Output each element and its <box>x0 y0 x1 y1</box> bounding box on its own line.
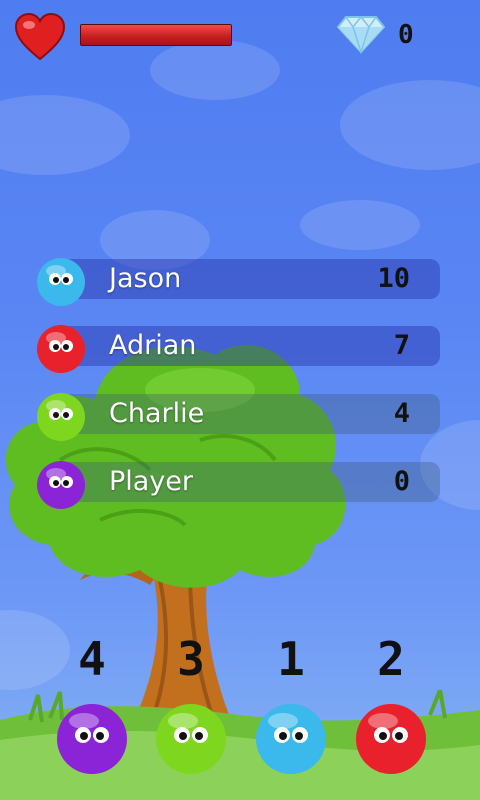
green-ball-count: 3 <box>177 632 205 686</box>
player-score: 10 <box>377 263 410 294</box>
blue-ball-count: 1 <box>277 632 305 686</box>
player-score: 7 <box>393 330 410 361</box>
cloud <box>0 95 130 175</box>
scoreboard-row: Player 0 <box>36 460 440 509</box>
blue-ball-icon <box>37 258 85 306</box>
cloud <box>300 200 420 250</box>
player-name: Player <box>109 466 194 497</box>
health-bar <box>80 24 232 46</box>
purple-ball-icon <box>37 461 85 509</box>
scoreboard-row: Jason 10 <box>36 257 440 306</box>
red-ball-count: 2 <box>377 632 405 686</box>
blue-ball-button[interactable] <box>255 703 327 775</box>
gem-count: 0 <box>398 20 414 50</box>
red-ball-icon <box>37 325 85 373</box>
scoreboard-row: Adrian 7 <box>36 324 440 373</box>
red-ball-button[interactable] <box>355 703 427 775</box>
scoreboard-row: Charlie 4 <box>36 392 440 441</box>
purple-ball-count: 4 <box>78 632 106 686</box>
cloud <box>340 80 480 170</box>
heart-icon <box>14 12 66 61</box>
game-background: 0 Jason 10 Adrian 7 Charlie 4 Player 0 4 <box>0 0 480 800</box>
cloud <box>150 40 280 100</box>
player-name: Charlie <box>109 398 205 429</box>
player-score: 0 <box>393 466 410 497</box>
green-ball-button[interactable] <box>155 703 227 775</box>
green-ball-icon <box>37 393 85 441</box>
player-name: Jason <box>109 263 182 294</box>
diamond-icon <box>336 15 386 54</box>
health-bar-fill <box>81 25 231 45</box>
player-name: Adrian <box>109 330 197 361</box>
player-score: 4 <box>393 398 410 429</box>
purple-ball-button[interactable] <box>56 703 128 775</box>
